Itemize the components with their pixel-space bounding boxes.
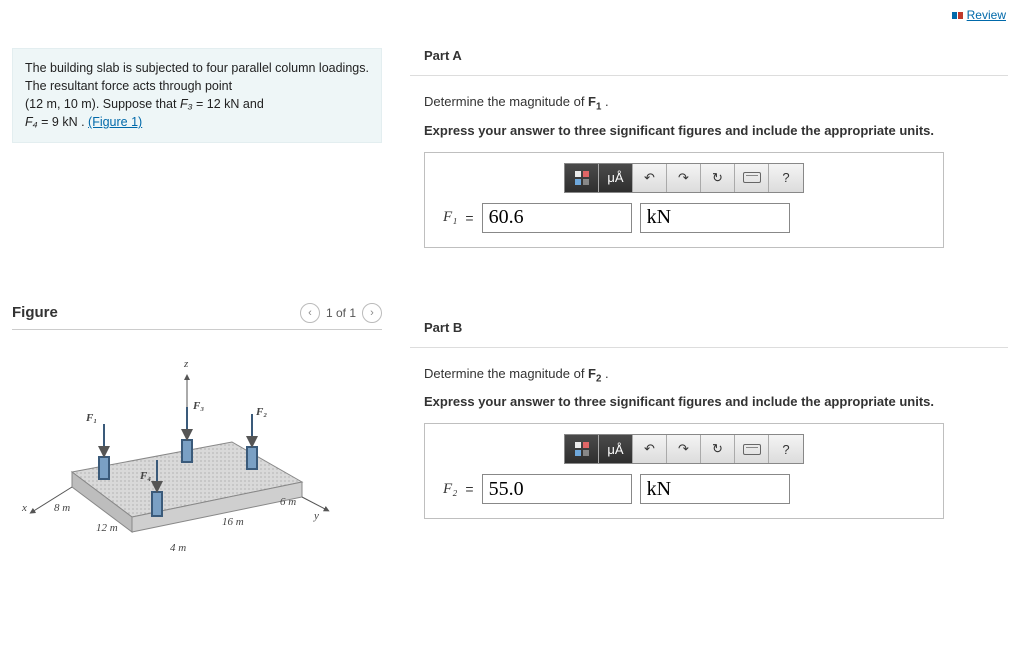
templates-button[interactable]	[565, 435, 599, 463]
force-f2-label: F₂	[256, 406, 267, 418]
part-b-question: Determine the magnitude of F2 .	[424, 366, 996, 385]
figure-heading: Figure	[12, 304, 58, 321]
part-a-question: Determine the magnitude of F1 .	[424, 94, 996, 113]
problem-statement: The building slab is subjected to four p…	[12, 48, 382, 143]
review-label: Review	[967, 8, 1006, 22]
part-a-equals: =	[465, 210, 473, 226]
problem-line1: The building slab is subjected to four p…	[25, 61, 369, 93]
force-f1-label: F₁	[86, 412, 97, 424]
figure-next-button[interactable]: ›	[362, 303, 382, 323]
part-b-unit-input[interactable]	[640, 474, 790, 504]
problem-line2a: (12 m, 10 m). Suppose that	[25, 97, 180, 111]
units-button[interactable]: μÅ	[599, 164, 633, 192]
force-f3-label: F₃	[193, 400, 204, 412]
figure-link[interactable]: (Figure 1)	[88, 115, 142, 129]
review-icon	[952, 12, 963, 19]
keyboard-button[interactable]	[735, 435, 769, 463]
part-a-toolbar: μÅ ↶ ↷ ↻ ?	[564, 163, 804, 193]
problem-f4-eq: = 9 kN .	[38, 115, 88, 129]
undo-button[interactable]: ↶	[633, 435, 667, 463]
units-button[interactable]: μÅ	[599, 435, 633, 463]
figure-header: Figure ‹ 1 of 1 ›	[12, 303, 382, 330]
part-a-title: Part A	[410, 36, 1008, 76]
help-button[interactable]: ?	[769, 164, 803, 192]
part-b-answer-area: μÅ ↶ ↷ ↻ ? F₂ =	[424, 423, 944, 519]
part-a-instruction: Express your answer to three significant…	[424, 123, 996, 138]
keyboard-icon	[743, 444, 761, 455]
part-b-value-input[interactable]	[482, 474, 632, 504]
problem-f4-var: F₄	[25, 115, 38, 129]
part-b-instruction: Express your answer to three significant…	[424, 394, 996, 409]
part-b-title: Part B	[410, 308, 1008, 348]
axis-z-label: z	[184, 358, 188, 370]
reset-button[interactable]: ↻	[701, 435, 735, 463]
dim-6m: 6 m	[280, 496, 296, 508]
redo-button[interactable]: ↷	[667, 435, 701, 463]
dim-12m: 12 m	[96, 522, 118, 534]
part-b-equals: =	[465, 481, 473, 497]
problem-f3-var: F₃	[180, 97, 193, 111]
axis-x-label: x	[22, 502, 27, 514]
part-b-toolbar: μÅ ↶ ↷ ↻ ?	[564, 434, 804, 464]
figure-pager: ‹ 1 of 1 ›	[300, 303, 382, 323]
dim-16m: 16 m	[222, 516, 244, 528]
part-b-var-label: F₂	[443, 481, 457, 498]
force-f4-label: F₄	[140, 470, 151, 482]
templates-button[interactable]	[565, 164, 599, 192]
problem-and: and	[239, 97, 263, 111]
part-a-value-input[interactable]	[482, 203, 632, 233]
undo-button[interactable]: ↶	[633, 164, 667, 192]
keyboard-button[interactable]	[735, 164, 769, 192]
part-a-var-label: F₁	[443, 209, 457, 226]
dim-4m: 4 m	[170, 542, 186, 554]
part-a: Part A Determine the magnitude of F1 . E…	[410, 36, 1010, 248]
axis-y-label: y	[314, 510, 319, 522]
figure-prev-button[interactable]: ‹	[300, 303, 320, 323]
part-b: Part B Determine the magnitude of F2 . E…	[410, 308, 1010, 520]
figure-pager-text: 1 of 1	[326, 306, 356, 320]
part-a-unit-input[interactable]	[640, 203, 790, 233]
reset-button[interactable]: ↻	[701, 164, 735, 192]
dim-8m: 8 m	[54, 502, 70, 514]
help-button[interactable]: ?	[769, 435, 803, 463]
redo-button[interactable]: ↷	[667, 164, 701, 192]
figure-diagram: z x y F₁ F₃ F₂ F₄ 8 m 12 m 16 m 6 m 4 m	[12, 352, 342, 572]
problem-f3-eq: = 12 kN	[193, 97, 240, 111]
part-a-answer-area: μÅ ↶ ↷ ↻ ? F₁ =	[424, 152, 944, 248]
keyboard-icon	[743, 172, 761, 183]
review-link[interactable]: Review	[952, 8, 1006, 22]
